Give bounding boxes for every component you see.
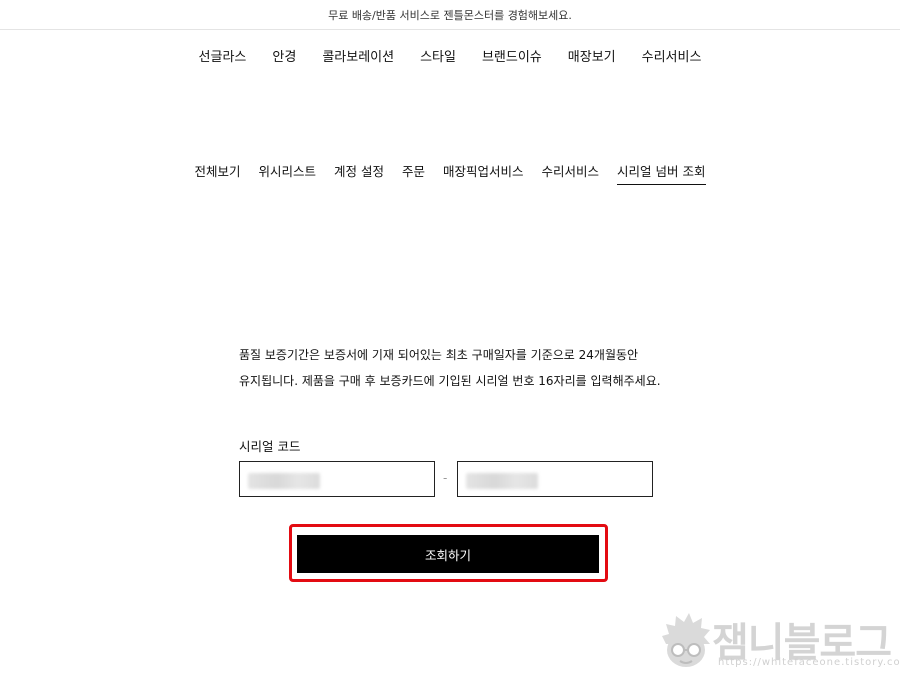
serial-code-field-2[interactable] [457,461,653,497]
serial-code-field-1[interactable] [239,461,435,497]
main-nav-glasses[interactable]: 안경 [272,47,296,69]
promo-text: 무료 배송/반품 서비스로 젠틀몬스터를 경험해보세요. [328,8,572,22]
lookup-button[interactable]: 조회하기 [297,535,599,573]
mascot-icon [662,613,710,667]
main-nav-stores[interactable]: 매장보기 [568,47,616,69]
watermark-url: https://whitefaceone.tistory.com [718,657,900,668]
serial-separator: - [443,471,448,485]
account-nav-settings[interactable]: 계정 설정 [334,161,384,185]
blurred-value [466,473,538,489]
main-nav-style[interactable]: 스타일 [420,47,456,69]
account-nav-all[interactable]: 전체보기 [194,161,240,185]
promo-bar: 무료 배송/반품 서비스로 젠틀몬스터를 경험해보세요. [0,0,900,30]
serial-code-label: 시리얼 코드 [239,439,301,454]
account-nav-wishlist[interactable]: 위시리스트 [259,161,317,185]
main-nav-brand-issue[interactable]: 브랜드이슈 [482,47,542,69]
account-nav-store-pickup[interactable]: 매장픽업서비스 [443,161,524,185]
description-line-1: 품질 보증기간은 보증서에 기재 되어있는 최초 구매일자를 기준으로 24개월… [239,348,639,362]
main-nav-sunglasses[interactable]: 선글라스 [199,47,247,69]
main-nav-repair-service[interactable]: 수리서비스 [642,47,702,69]
account-nav-repair-service[interactable]: 수리서비스 [542,161,600,185]
description-line-2: 유지됩니다. 제품을 구매 후 보증카드에 기입된 시리얼 번호 16자리를 입… [239,374,661,388]
main-nav: 선글라스 안경 콜라보레이션 스타일 브랜드이슈 매장보기 수리서비스 [0,47,900,69]
blog-watermark: 잼니블로그 https://whitefaceone.tistory.com [660,608,900,675]
main-nav-collaboration[interactable]: 콜라보레이션 [322,47,394,69]
account-nav-serial-lookup[interactable]: 시리얼 넘버 조회 [617,161,706,185]
account-nav-orders[interactable]: 주문 [402,161,425,185]
account-nav: 전체보기 위시리스트 계정 설정 주문 매장픽업서비스 수리서비스 시리얼 넘버… [0,161,900,185]
warranty-description: 품질 보증기간은 보증서에 기재 되어있는 최초 구매일자를 기준으로 24개월… [239,342,699,394]
blurred-value [248,473,320,489]
